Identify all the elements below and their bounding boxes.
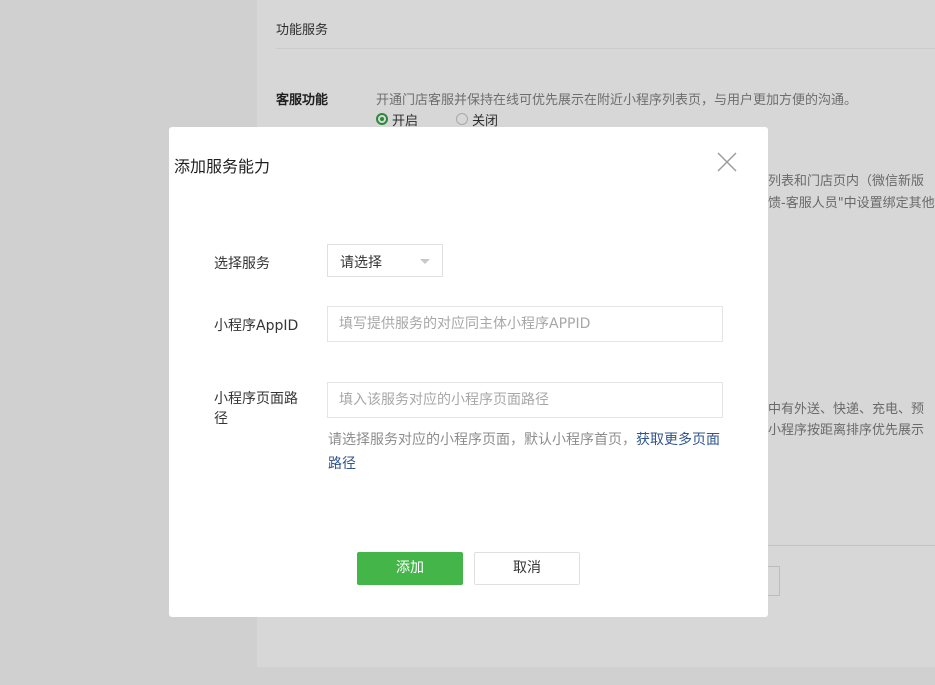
close-icon[interactable] [716,151,738,173]
add-button[interactable]: 添加 [357,552,463,585]
background-text: 小程序按距离排序优先展示 [768,423,925,438]
path-label-line1: 小程序页面路 [214,391,298,407]
path-input[interactable] [327,382,723,418]
background-text: 列表和门店页内（微信新版 [768,174,925,189]
background-divider [768,545,935,546]
cancel-button[interactable]: 取消 [474,552,580,585]
service-select-value: 请选择 [340,255,382,271]
kefu-description: 开通门店客服并保持在线可优先展示在附近小程序列表页，与用户更加方便的沟通。 [376,93,858,108]
service-label: 选择服务 [214,256,270,272]
service-select[interactable]: 请选择 [327,244,443,277]
path-label: 小程序页面路 径 [214,389,298,429]
appid-input[interactable] [327,306,723,342]
radio-off-label: 关闭 [472,113,499,129]
kefu-label: 客服功能 [276,93,329,108]
path-hint-text: 请选择服务对应的小程序页面，默认小程序首页， [328,432,636,448]
background-text: 中有外送、快递、充电、预 [768,402,925,417]
background-text: 馈-客服人员"中设置绑定其他 [768,196,935,211]
background-button-edge [768,566,780,596]
dialog-title: 添加服务能力 [174,157,271,176]
add-service-dialog: 添加服务能力 选择服务 请选择 小程序AppID 小程序页面路 径 请选择服务对… [169,127,768,617]
chevron-down-icon [420,259,430,264]
radio-on-label: 开启 [392,113,419,129]
appid-label: 小程序AppID [214,318,299,334]
path-hint: 请选择服务对应的小程序页面，默认小程序首页，获取更多页面路径 [328,428,728,476]
radio-on-icon [376,113,388,125]
path-label-line2: 径 [214,411,228,427]
section-title: 功能服务 [276,23,329,38]
section-divider [276,48,935,49]
radio-off-icon [456,113,469,125]
kefu-radio-group: 开启 关闭 [376,111,499,129]
